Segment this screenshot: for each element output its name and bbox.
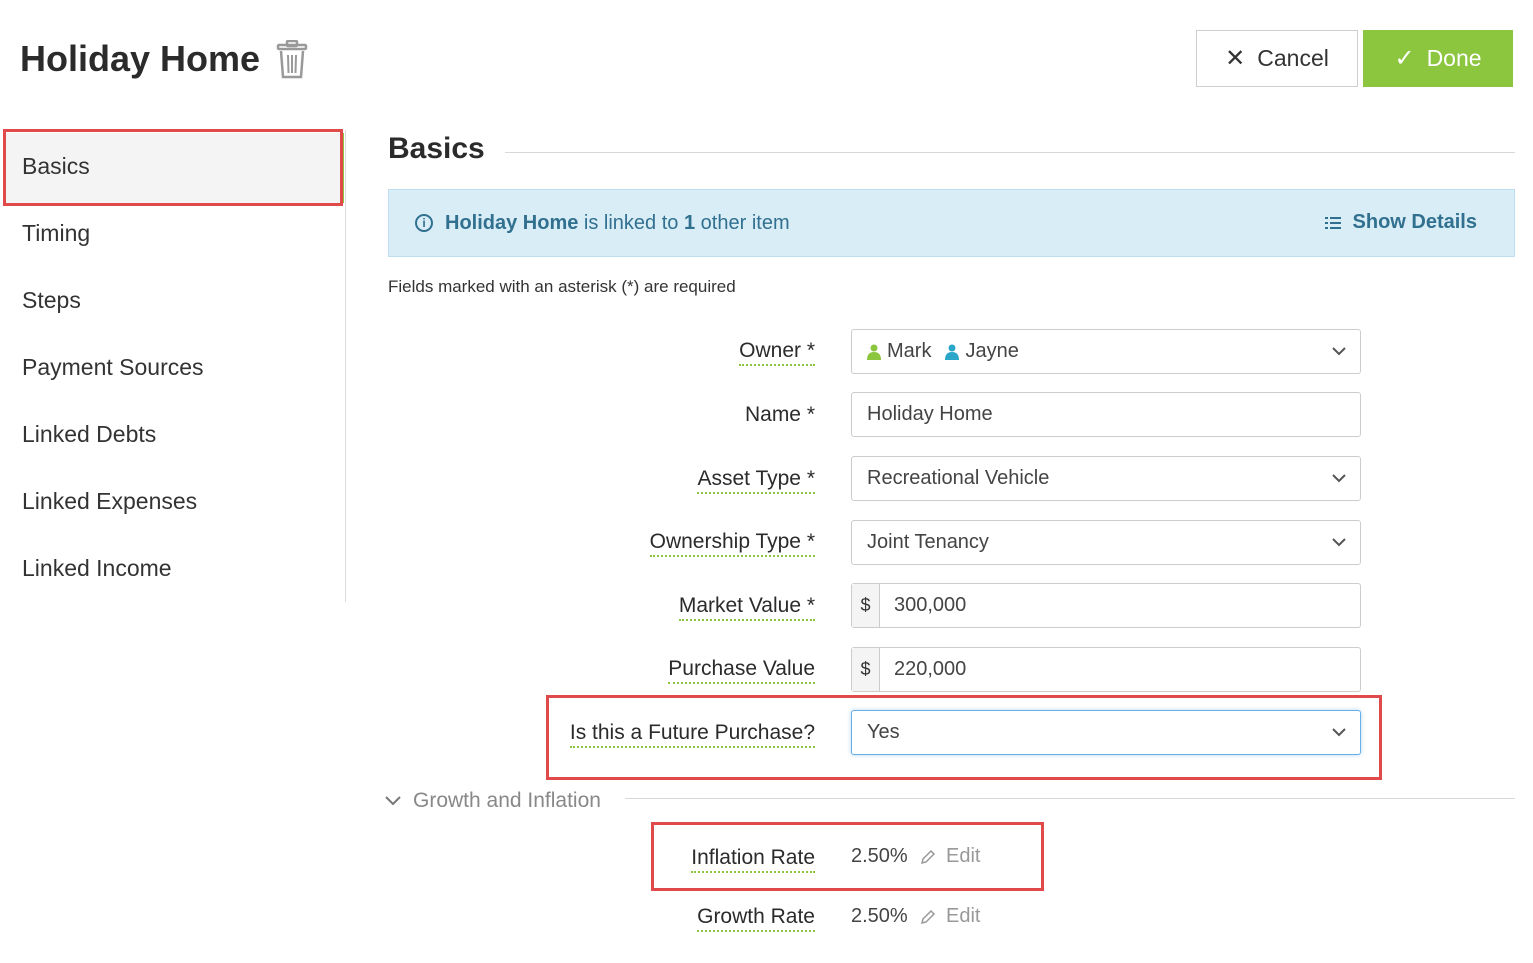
chevron-down-icon — [1332, 347, 1346, 356]
sidebar-item-linked-income[interactable]: Linked Income — [22, 555, 172, 582]
sidebar-item-linked-debts[interactable]: Linked Debts — [22, 421, 156, 448]
owner-mark: Mark — [867, 340, 931, 363]
chevron-down-icon — [385, 796, 401, 806]
pencil-icon — [920, 849, 936, 864]
info-count: 1 — [683, 211, 696, 234]
list-icon — [1324, 216, 1341, 230]
growth-rate-value: 2.50% — [851, 905, 908, 927]
sidebar-item-payment-sources[interactable]: Payment Sources — [22, 354, 204, 381]
purchase-value-input[interactable]: $ 220,000 — [851, 647, 1361, 692]
sidebar: Basics Timing Steps Payment Sources Link… — [0, 130, 346, 602]
check-icon: ✓ — [1394, 44, 1415, 72]
required-note: Fields marked with an asterisk (*) are r… — [388, 277, 736, 296]
sidebar-item-basics[interactable]: Basics — [22, 153, 90, 180]
market-value-label: Market Value * — [678, 594, 815, 621]
name-input[interactable]: Holiday Home — [851, 392, 1361, 437]
section-divider — [505, 152, 1515, 153]
sidebar-item-linked-expenses[interactable]: Linked Expenses — [22, 488, 197, 515]
info-text-mid: is linked to — [583, 211, 679, 234]
growth-divider — [625, 798, 1515, 799]
user-icon — [945, 344, 960, 360]
inflation-edit-link[interactable]: Edit — [920, 845, 980, 868]
section-title: Basics — [388, 132, 485, 165]
growth-inflation-toggle[interactable]: Growth and Inflation — [385, 789, 601, 813]
trash-icon[interactable] — [276, 40, 308, 80]
asset-type-select[interactable]: Recreational Vehicle — [851, 456, 1361, 501]
user-icon — [867, 344, 881, 360]
owner-select[interactable]: Mark Jayne — [851, 329, 1361, 374]
inflation-rate-label: Inflation Rate — [691, 846, 815, 873]
done-button[interactable]: ✓ Done — [1363, 30, 1513, 87]
chevron-down-icon — [1332, 474, 1346, 483]
currency-addon: $ — [852, 648, 880, 691]
cancel-label: Cancel — [1257, 45, 1329, 71]
sidebar-item-steps[interactable]: Steps — [22, 287, 81, 314]
owner-jayne: Jayne — [945, 340, 1019, 363]
purchase-value-label: Purchase Value — [668, 657, 815, 684]
show-details-label: Show Details — [1352, 211, 1477, 233]
done-label: Done — [1426, 45, 1482, 71]
cancel-button[interactable]: ✕ Cancel — [1196, 30, 1358, 87]
future-purchase-select[interactable]: Yes — [851, 710, 1361, 755]
ownership-type-label: Ownership Type * — [649, 530, 815, 557]
pencil-icon — [920, 909, 936, 924]
currency-addon: $ — [852, 584, 880, 627]
market-value-input[interactable]: $ 300,000 — [851, 583, 1361, 628]
close-icon: ✕ — [1225, 44, 1246, 72]
growth-edit-link[interactable]: Edit — [920, 905, 980, 928]
ownership-type-select[interactable]: Joint Tenancy — [851, 520, 1361, 565]
inflation-rate-value: 2.50% — [851, 845, 908, 867]
info-icon: i — [415, 214, 433, 232]
future-purchase-label: Is this a Future Purchase? — [569, 721, 815, 748]
page-title: Holiday Home — [20, 38, 261, 79]
name-label: Name * — [744, 403, 815, 426]
info-text-end: other item — [700, 211, 790, 234]
chevron-down-icon — [1332, 538, 1346, 547]
asset-type-label: Asset Type * — [697, 467, 815, 494]
linked-info-banner: i Holiday Home is linked to 1 other item… — [388, 189, 1515, 257]
info-item-name: Holiday Home — [445, 211, 579, 234]
sidebar-item-timing[interactable]: Timing — [22, 220, 90, 247]
chevron-down-icon — [1332, 728, 1346, 737]
growth-rate-label: Growth Rate — [697, 905, 815, 932]
show-details-link[interactable]: Show Details — [1324, 211, 1477, 234]
owner-label: Owner * — [739, 339, 815, 366]
info-text: Holiday Home is linked to 1 other item — [445, 212, 790, 235]
